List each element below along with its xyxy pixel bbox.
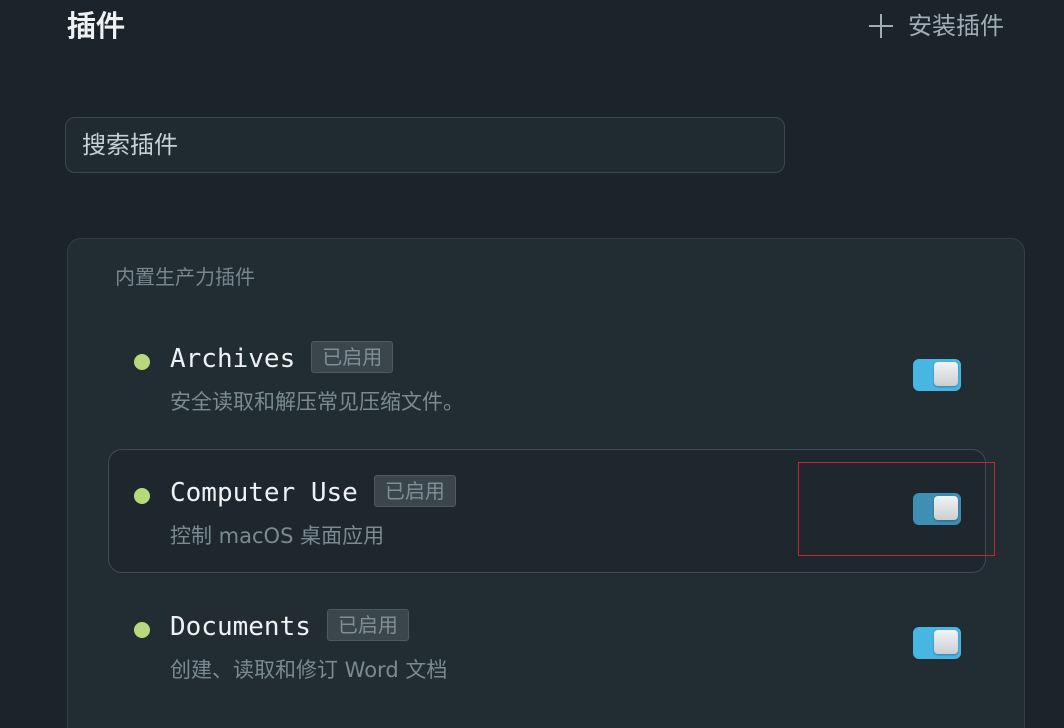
- plus-icon: [868, 13, 894, 39]
- plugin-name: Archives: [170, 344, 296, 374]
- status-badge: 已启用: [373, 474, 456, 507]
- status-badge: 已启用: [311, 340, 394, 373]
- section-label: 内置生产力插件: [115, 265, 255, 289]
- plugin-name-row: Computer Use 已启用: [170, 474, 456, 510]
- plugin-description: 创建、读取和修订 Word 文档: [170, 658, 448, 682]
- plugin-name-row: Documents 已启用: [170, 608, 409, 644]
- plugins-page: 插件 安装插件 内置生产力插件 Archives 已启用 安全读取和解压常见压缩文…: [0, 0, 1064, 728]
- builtin-plugins-panel: 内置生产力插件 Archives 已启用 安全读取和解压常见压缩文件。 Compu…: [67, 238, 1025, 728]
- plugin-name: Computer Use: [170, 478, 358, 508]
- toggle-knob: [934, 496, 958, 520]
- install-plugin-label: 安装插件: [908, 12, 1004, 40]
- toggle-documents[interactable]: [913, 627, 961, 659]
- plugin-row-computer-use[interactable]: Computer Use 已启用 控制 macOS 桌面应用: [108, 449, 986, 573]
- toggle-archives[interactable]: [913, 359, 961, 391]
- search-input[interactable]: [66, 118, 784, 172]
- toggle-computer-use[interactable]: [913, 493, 961, 525]
- plugin-name: Documents: [170, 612, 311, 642]
- plugin-row-documents[interactable]: Documents 已启用 创建、读取和修订 Word 文档: [108, 583, 986, 707]
- plugin-description: 控制 macOS 桌面应用: [170, 524, 385, 548]
- toggle-knob: [934, 630, 958, 654]
- status-dot: [134, 354, 150, 370]
- status-badge: 已启用: [326, 608, 409, 641]
- plugin-row-archives[interactable]: Archives 已启用 安全读取和解压常见压缩文件。: [108, 315, 986, 439]
- plugin-name-row: Archives 已启用: [170, 340, 394, 376]
- status-dot: [134, 488, 150, 504]
- page-title: 插件: [67, 9, 126, 43]
- install-plugin-button[interactable]: 安装插件: [868, 9, 1004, 43]
- status-dot: [134, 622, 150, 638]
- plugin-description: 安全读取和解压常见压缩文件。: [170, 390, 464, 414]
- search-box[interactable]: [65, 117, 785, 173]
- toggle-knob: [934, 362, 958, 386]
